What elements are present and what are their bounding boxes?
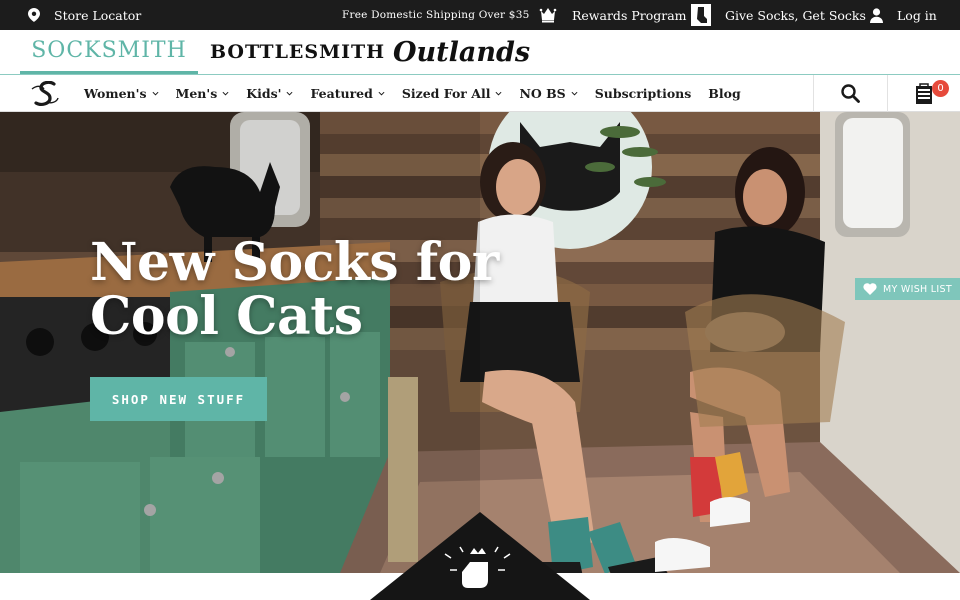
map-pin-icon xyxy=(28,8,40,22)
nav-womens-label: Women's xyxy=(84,86,147,101)
nav-sized-for-all[interactable]: Sized For All xyxy=(402,86,503,101)
search-icon xyxy=(841,84,860,103)
utility-bar: Store Locator Free Domestic Shipping Ove… xyxy=(0,0,960,30)
login-link[interactable]: Log in xyxy=(870,0,937,30)
nav-mens[interactable]: Men's xyxy=(176,86,230,101)
user-icon xyxy=(870,7,883,23)
nav-no-bs-label: NO BS xyxy=(519,86,566,101)
sock-crown-badge xyxy=(370,512,590,600)
chevron-down-icon xyxy=(222,91,229,96)
nav-featured-label: Featured xyxy=(310,86,373,101)
main-nav: Women's Men's Kids' Featured Sized For A… xyxy=(0,75,960,112)
store-locator-link[interactable]: Store Locator xyxy=(28,0,141,30)
sock-give-icon xyxy=(691,4,711,26)
nav-links: Women's Men's Kids' Featured Sized For A… xyxy=(84,75,758,112)
chevron-down-icon xyxy=(571,91,578,96)
socksmith-logo-text: SOCKSMITH xyxy=(31,38,187,63)
brand-bottlesmith-tab[interactable]: BOTTLESMITH xyxy=(210,30,385,74)
chevron-down-icon xyxy=(378,91,385,96)
nav-sized-for-all-label: Sized For All xyxy=(401,86,491,101)
nav-featured[interactable]: Featured xyxy=(310,86,385,101)
shop-new-stuff-button[interactable]: SHOP NEW STUFF xyxy=(90,377,267,421)
nav-subscriptions-label: Subscriptions xyxy=(594,86,692,101)
nav-no-bs[interactable]: NO BS xyxy=(519,86,578,101)
cart-button[interactable]: 0 xyxy=(887,75,960,112)
nav-womens[interactable]: Women's xyxy=(84,86,159,101)
rewards-icon xyxy=(539,8,557,23)
cart-count-badge: 0 xyxy=(932,80,949,97)
shipping-promo-text: Free Domestic Shipping Over $35 xyxy=(342,9,530,21)
hero-headline: New Socks for Cool Cats xyxy=(90,236,499,344)
wishlist-label: MY WISH LIST xyxy=(883,283,952,295)
login-label: Log in xyxy=(897,7,937,23)
nav-kids-label: Kids' xyxy=(246,86,282,101)
rewards-program-label: Rewards Program xyxy=(572,7,687,23)
nav-kids[interactable]: Kids' xyxy=(246,86,293,101)
chevron-down-icon xyxy=(152,91,158,96)
brand-outlands-tab[interactable]: Outlands xyxy=(393,30,530,74)
hero-banner: New Socks for Cool Cats SHOP NEW STUFF M… xyxy=(0,112,960,573)
give-socks-link[interactable]: Give Socks, Get Socks xyxy=(691,0,866,30)
give-socks-label: Give Socks, Get Socks xyxy=(725,7,866,23)
wishlist-tab[interactable]: MY WISH LIST xyxy=(855,278,960,300)
store-locator-label: Store Locator xyxy=(54,7,142,23)
hero-headline-line-1: New Socks for xyxy=(90,232,499,293)
heart-icon xyxy=(863,283,877,295)
hero-headline-line-2: Cool Cats xyxy=(90,286,363,347)
outlands-logo-text: Outlands xyxy=(393,36,531,68)
nav-subscriptions[interactable]: Subscriptions xyxy=(595,86,692,101)
nav-mens-label: Men's xyxy=(175,86,218,101)
rewards-program-link[interactable]: Rewards Program xyxy=(538,0,687,30)
nav-blog-label: Blog xyxy=(708,86,741,101)
bottlesmith-logo-text: BOTTLESMITH xyxy=(210,41,386,63)
nav-blog[interactable]: Blog xyxy=(708,86,740,101)
cart-icon xyxy=(916,82,932,104)
brand-switcher: SOCKSMITH BOTTLESMITH Outlands xyxy=(0,30,960,74)
shipping-promo: Free Domestic Shipping Over $35 xyxy=(342,0,529,30)
brand-socksmith-tab[interactable]: SOCKSMITH xyxy=(20,30,198,74)
chevron-down-icon xyxy=(286,91,293,96)
chevron-down-icon xyxy=(495,91,502,96)
socksmith-s-logo[interactable] xyxy=(28,81,62,107)
search-button[interactable] xyxy=(813,75,887,112)
